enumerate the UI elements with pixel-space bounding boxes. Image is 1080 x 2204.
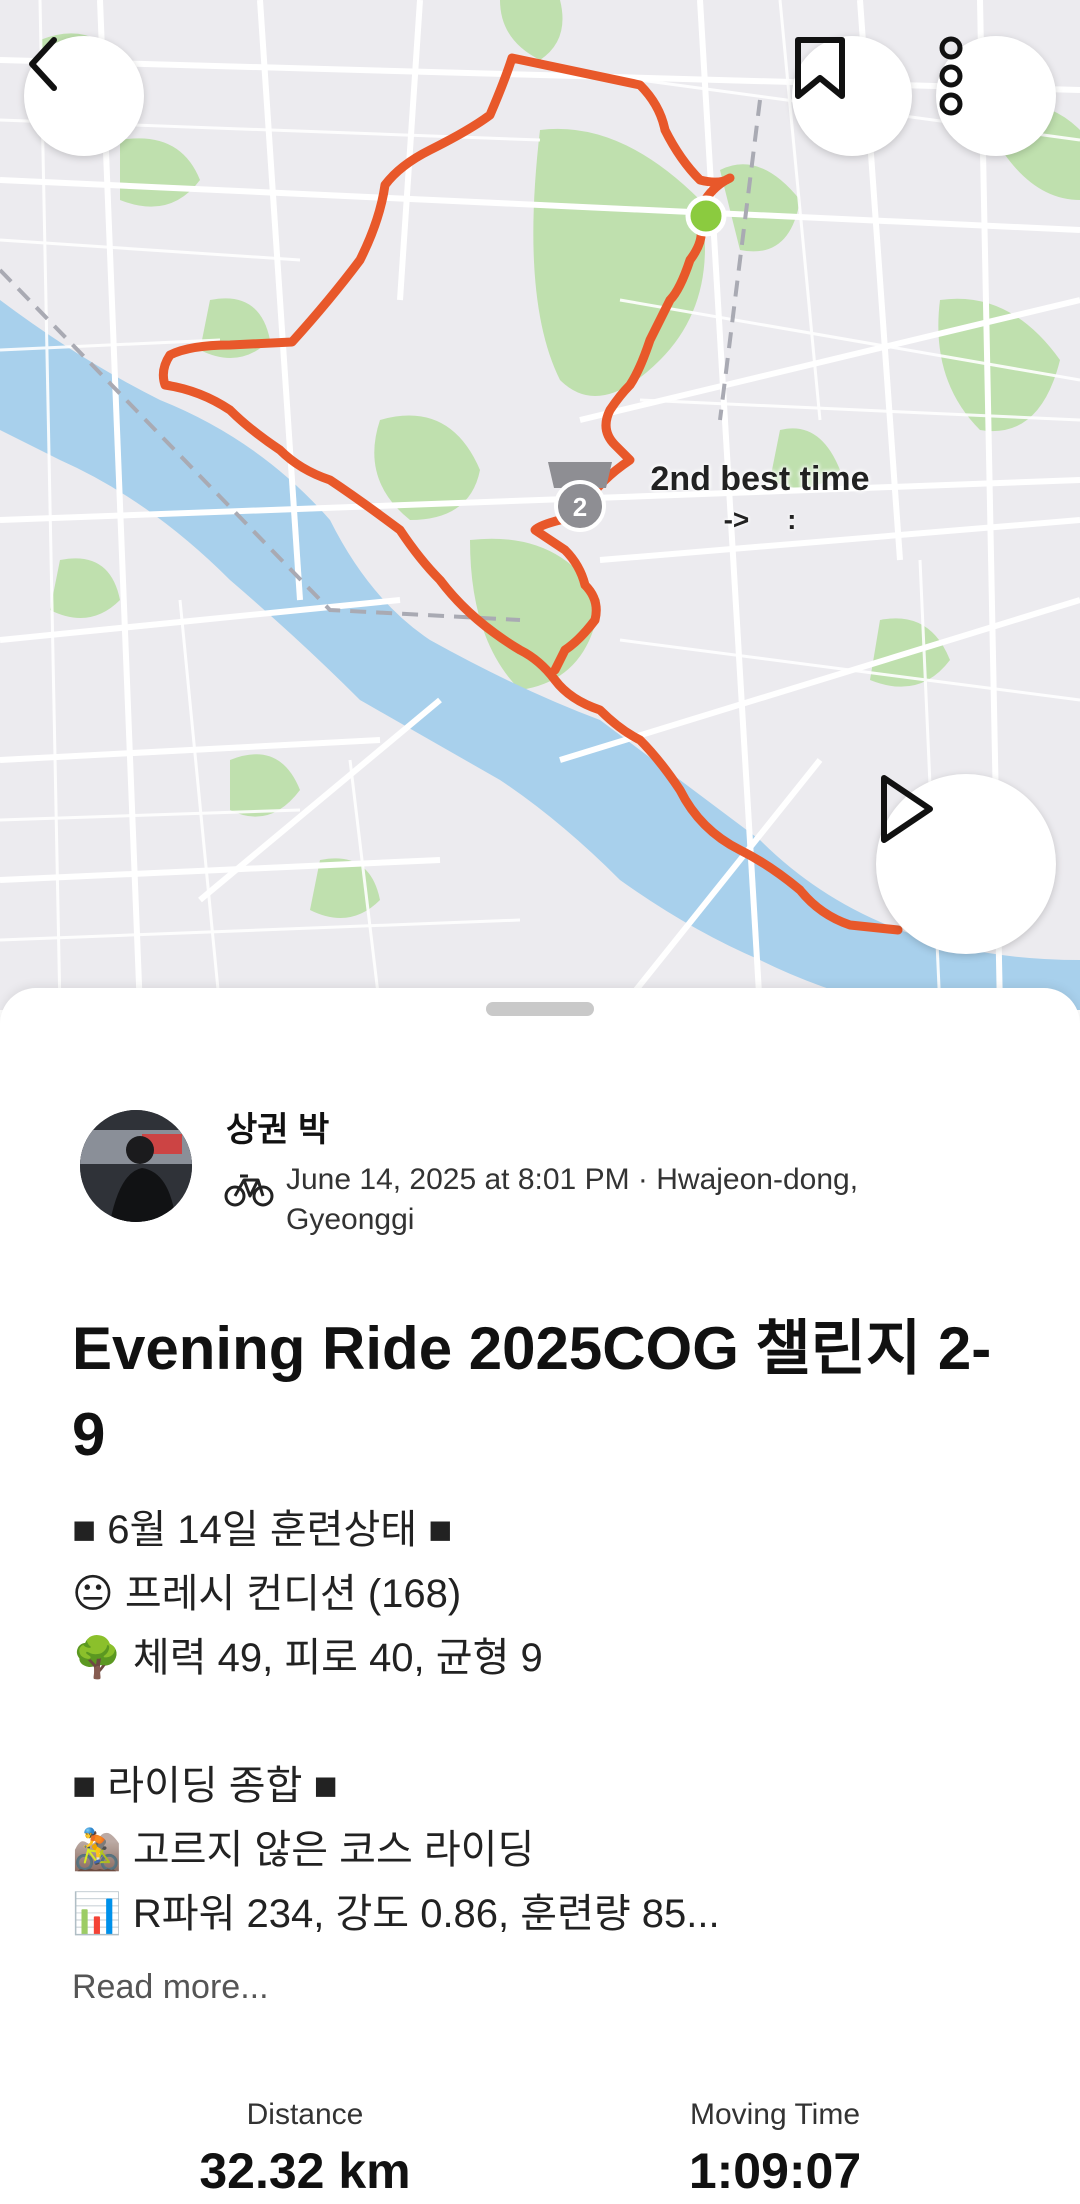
description-line: 🌳 체력 49, 피로 40, 균형 9: [72, 1636, 543, 1680]
avatar[interactable]: [80, 1110, 192, 1222]
more-vertical-icon: [939, 36, 963, 116]
sheet-drag-handle[interactable]: [486, 1002, 594, 1016]
athlete-name[interactable]: 상권 박: [226, 1102, 329, 1151]
description-line: ■ 라이딩 종합 ■: [72, 1764, 338, 1808]
distance-label: Distance: [246, 2098, 364, 2131]
description-line: 🚵 고르지 않은 코스 라이딩: [72, 1828, 535, 1872]
activity-sheet: 상권 박 June 14, 2025 at 8:01 PM · Hwajeon-…: [0, 988, 1080, 2204]
bike-icon: [224, 1174, 274, 1207]
more-options-button[interactable]: [936, 36, 1056, 156]
bookmark-icon: [795, 37, 845, 99]
description-line: ■ 6월 14일 훈련상태 ■: [72, 1508, 453, 1552]
distance-stat: Distance 32.32 km: [150, 2098, 460, 2200]
activity-description: ■ 6월 14일 훈련상태 ■ 😐 프레시 컨디션 (168) 🌳 체력 49,…: [72, 1498, 1032, 1946]
segment-callout-title[interactable]: 2nd best time: [640, 458, 880, 500]
activity-date-location: June 14, 2025 at 8:01 PM · Hwajeon-dong,…: [286, 1163, 859, 1236]
play-icon: [881, 775, 933, 843]
read-more-link[interactable]: Read more...: [72, 1968, 269, 2007]
moving-time-stat: Moving Time 1:09:07: [630, 2098, 920, 2200]
start-marker: [685, 195, 727, 237]
distance-value: 32.32 km: [199, 2143, 411, 2199]
play-flyover-button[interactable]: [876, 774, 1056, 954]
bookmark-button[interactable]: [792, 36, 912, 156]
description-line: 📊 R파워 234, 강도 0.86, 훈련량 85...: [72, 1892, 720, 1936]
athlete-photo: [80, 1110, 192, 1222]
activity-title: Evening Ride 2025COG 챌린지 2-9: [72, 1315, 992, 1468]
district-boundary: [718, 99, 762, 421]
medal-rank: 2: [573, 492, 587, 522]
route-map[interactable]: 2 2nd best time -> :: [0, 0, 1080, 1010]
moving-time-label: Moving Time: [689, 2098, 861, 2131]
moving-time-value: 1:09:07: [688, 2143, 862, 2199]
back-button[interactable]: [24, 36, 144, 156]
segment-callout-subtitle: -> :: [723, 504, 797, 535]
description-line: 😐 프레시 컨디션 (168): [72, 1572, 462, 1616]
chevron-left-icon: [29, 37, 57, 91]
description-blank-line: [72, 1690, 1032, 1754]
